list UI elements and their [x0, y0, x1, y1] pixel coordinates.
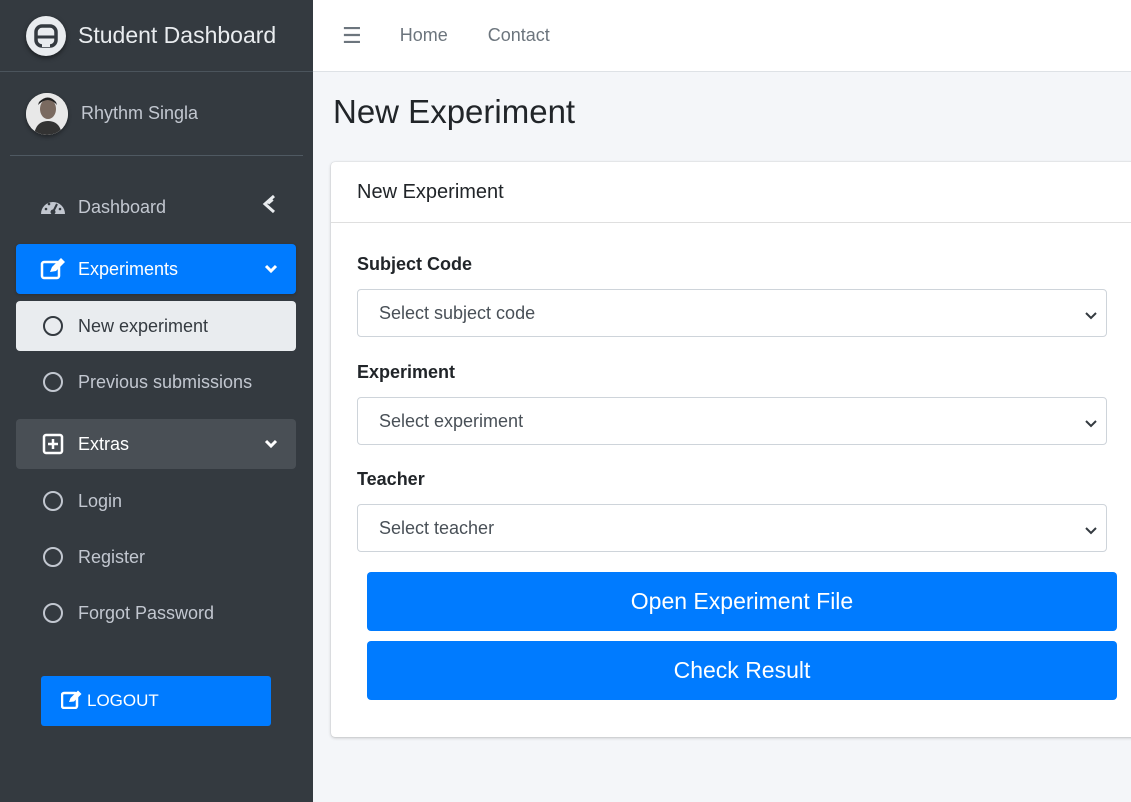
nav-link-home[interactable]: Home [400, 25, 448, 46]
sidebar-item-label: Dashboard [78, 196, 167, 217]
subject-code-select[interactable]: Select subject code [357, 289, 1107, 337]
sidebar-item-experiments[interactable]: Experiments [16, 244, 296, 294]
user-panel[interactable]: Rhythm Singla [10, 72, 303, 156]
subject-code-placeholder: Select subject code [379, 302, 536, 323]
tachometer-icon [40, 196, 66, 218]
edit-icon [60, 689, 83, 714]
chevron-down-icon [264, 435, 278, 456]
experiment-label: Experiment [357, 362, 456, 382]
sidebar-item-login[interactable]: Login [16, 476, 296, 526]
avatar [26, 92, 68, 135]
sidebar-item-label: Previous submissions [78, 371, 253, 392]
chevron-down-icon [1084, 307, 1098, 328]
user-name: Rhythm Singla [81, 103, 199, 123]
sidebar-item-label: Forgot Password [78, 602, 215, 623]
sidebar-item-extras[interactable]: Extras [16, 419, 296, 469]
teacher-select[interactable]: Select teacher [357, 504, 1107, 552]
nav-link-contact[interactable]: Contact [488, 25, 550, 46]
plus-square-icon [40, 433, 66, 455]
logout-button[interactable]: LOGOUT [41, 676, 271, 726]
sidebar-item-previous-submissions[interactable]: Previous submissions [16, 357, 296, 407]
chevron-down-icon [264, 260, 278, 281]
sidebar-item-dashboard[interactable]: Dashboard [16, 182, 296, 232]
circle-icon [40, 603, 66, 623]
teacher-placeholder: Select teacher [379, 517, 495, 538]
sidebar-item-register[interactable]: Register [16, 532, 296, 582]
check-result-button[interactable]: Check Result [367, 641, 1117, 700]
card-header: New Experiment [331, 162, 1131, 223]
circle-icon [40, 372, 66, 392]
chevron-down-icon [1084, 522, 1098, 543]
sidebar-item-label: Experiments [78, 258, 179, 279]
circle-icon [40, 491, 66, 511]
sidebar: Student Dashboard Rhythm Singla Dashboar [0, 0, 313, 802]
menu-toggle-icon[interactable]: ☰ [342, 23, 362, 49]
logout-label: LOGOUT [87, 691, 159, 710]
brand-link[interactable]: Student Dashboard [0, 0, 313, 72]
sidebar-item-label: Login [78, 490, 123, 511]
sidebar-item-label: Register [78, 546, 146, 567]
teacher-label: Teacher [357, 469, 425, 489]
experiment-placeholder: Select experiment [379, 410, 524, 431]
circle-icon [40, 316, 66, 336]
subject-code-label: Subject Code [357, 254, 473, 274]
circle-icon [40, 547, 66, 567]
sidebar-item-forgot-password[interactable]: Forgot Password [16, 588, 296, 638]
experiment-select[interactable]: Select experiment [357, 397, 1107, 445]
collapse-icon[interactable] [260, 194, 278, 219]
experiment-card: New Experiment Subject Code Select subje… [331, 162, 1131, 737]
chevron-down-icon [1084, 415, 1098, 436]
sidebar-item-label: Extras [78, 433, 130, 454]
sidebar-item-new-experiment[interactable]: New experiment [16, 301, 296, 351]
top-navbar: ☰ Home Contact [313, 0, 1131, 72]
edit-icon [40, 258, 66, 280]
sidebar-item-label: New experiment [78, 315, 209, 336]
open-experiment-file-button[interactable]: Open Experiment File [367, 572, 1117, 631]
brand-title: Student Dashboard [78, 22, 277, 48]
brand-logo-icon [26, 15, 66, 56]
page-title: New Experiment [333, 93, 576, 130]
